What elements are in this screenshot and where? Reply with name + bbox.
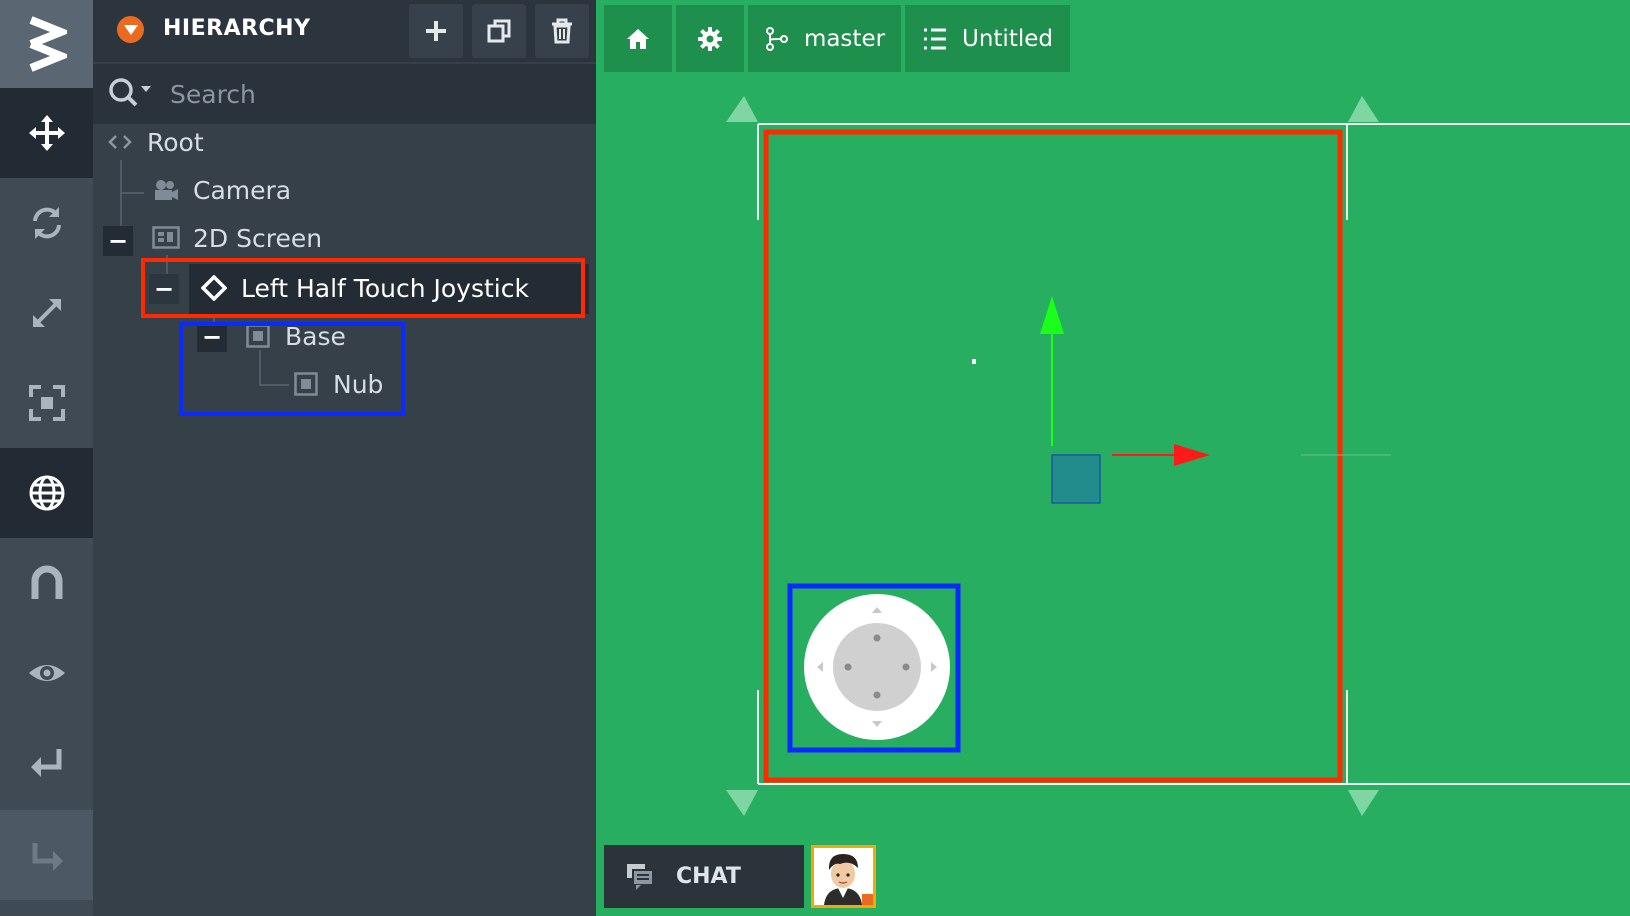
undo-icon (30, 749, 61, 777)
add-entity-button[interactable] (409, 4, 463, 58)
search-icon[interactable] (107, 76, 155, 114)
corner-handle-tl (726, 96, 758, 122)
avatar[interactable] (811, 845, 876, 908)
tree-item-2d-screen[interactable]: 2D Screen (151, 216, 322, 260)
redo-icon (32, 843, 63, 871)
redo-button[interactable] (0, 810, 93, 900)
copy-icon (487, 19, 511, 43)
tree-item-camera[interactable]: Camera (151, 168, 291, 212)
chat-icon (627, 863, 654, 890)
move-icon (28, 115, 65, 151)
hierarchy-header: HIERARCHY (93, 0, 596, 62)
search-input[interactable] (168, 74, 568, 114)
hierarchy-search (93, 64, 596, 124)
pivot-dot (972, 359, 976, 364)
scale-icon (32, 299, 61, 327)
gizmo-y-arrow (1040, 296, 1064, 334)
tool-sidebar (0, 0, 93, 916)
user-avatar-icon (814, 848, 873, 905)
rect-icon (28, 385, 65, 421)
root-icon (105, 127, 135, 157)
move-tool-button[interactable] (0, 88, 93, 178)
tree-line (120, 192, 144, 194)
magnet-icon (31, 565, 62, 599)
visibility-button[interactable] (0, 628, 93, 718)
gizmo-x-arrow (1174, 444, 1210, 466)
logo-icon[interactable] (0, 0, 93, 88)
globe-icon (29, 475, 64, 511)
chat-button[interactable]: CHAT (604, 845, 804, 908)
corner-handle-br (1348, 790, 1379, 816)
tree-item-label: 2D Screen (193, 223, 323, 253)
collapse-toggle-screen[interactable]: − (103, 226, 133, 256)
rotate-icon (32, 207, 61, 239)
camera-icon (151, 175, 181, 205)
rect-tool-button[interactable] (0, 358, 93, 448)
hierarchy-panel: HIERARCHY Root Camera − (93, 0, 596, 916)
blue-highlight-box (179, 322, 405, 416)
snap-button[interactable] (0, 538, 93, 628)
corner-handle-bl (726, 790, 758, 816)
red-highlight-box (141, 258, 585, 318)
scene-gizmos (726, 96, 1630, 816)
rotate-tool-button[interactable] (0, 178, 93, 268)
tree-item-label: Root (147, 127, 204, 157)
duplicate-entity-button[interactable] (472, 4, 526, 58)
trash-icon (552, 18, 572, 44)
eye-icon (28, 665, 65, 681)
tree-item-label: Camera (193, 175, 292, 205)
tree-item-root[interactable]: Root (105, 120, 204, 164)
delete-entity-button[interactable] (535, 4, 589, 58)
plus-icon (426, 21, 446, 41)
screen-icon (151, 223, 181, 253)
joystick-preview (804, 594, 950, 740)
panel-menu-icon[interactable] (117, 16, 144, 43)
gizmo-center (1051, 454, 1101, 504)
scale-tool-button[interactable] (0, 268, 93, 358)
undo-button[interactable] (0, 718, 93, 808)
hierarchy-title: HIERARCHY (163, 16, 311, 41)
chat-label: CHAT (676, 864, 741, 889)
world-space-button[interactable] (0, 448, 93, 538)
corner-handle-tr (1348, 96, 1379, 122)
